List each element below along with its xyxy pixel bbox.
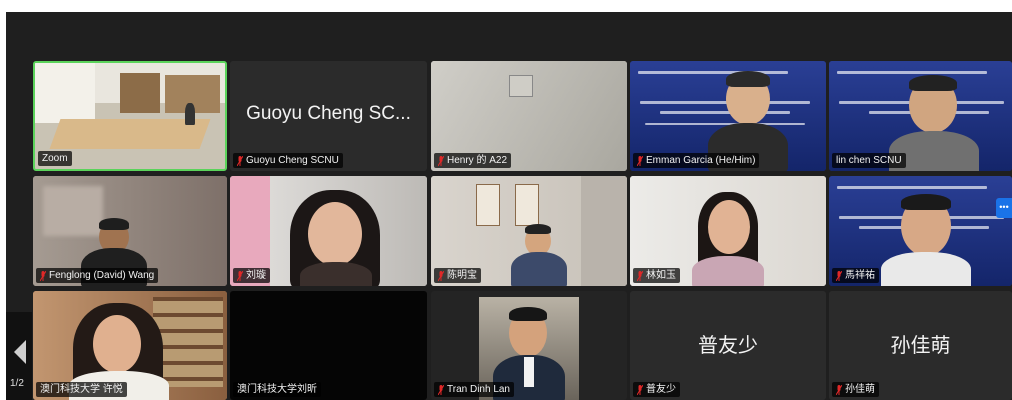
participant-display-name: Guoyu Cheng SC... xyxy=(246,103,411,125)
participant-tile-lin-ruyu[interactable]: 林如玉 xyxy=(630,176,826,286)
chevron-left-icon[interactable] xyxy=(14,340,26,364)
zoom-window: Zoom Guoyu Cheng SC... Guoyu Cheng SCNU … xyxy=(0,0,1012,400)
participant-tile-henry[interactable]: Henry 的 A22 xyxy=(431,61,627,171)
participant-name-label: Guoyu Cheng SCNU xyxy=(233,153,343,168)
participant-display-name: 孙佳萌 xyxy=(890,334,951,357)
participant-tile-ma-xiangyou[interactable]: 馬祥祐 xyxy=(829,176,1012,286)
muted-mic-icon xyxy=(438,270,444,281)
muted-mic-icon xyxy=(438,384,444,395)
participant-tile-pu-youshao[interactable]: 普友少 普友少 xyxy=(630,291,826,400)
participant-name-label: 刘璇 xyxy=(233,268,270,283)
participant-name-label: Zoom xyxy=(38,151,72,166)
participant-name-label: 馬祥祐 xyxy=(832,268,879,283)
muted-mic-icon xyxy=(637,155,643,166)
participant-tile-liu-xin[interactable]: 澳门科技大学刘昕 xyxy=(230,291,427,400)
participant-tile-chen-mingbao[interactable]: 陈明宝 xyxy=(431,176,627,286)
participant-tile-fenglong-wang[interactable]: Fenglong (David) Wang xyxy=(33,176,227,286)
muted-mic-icon xyxy=(40,270,46,281)
participant-tile-liu-xuan[interactable]: 刘璇 xyxy=(230,176,427,286)
participant-name-label: Tran Dinh Lan xyxy=(434,382,514,397)
muted-mic-icon xyxy=(836,270,842,281)
muted-mic-icon xyxy=(237,270,243,281)
participant-tile-tran-dinh-lan[interactable]: Tran Dinh Lan xyxy=(431,291,627,400)
more-options-icon[interactable]: ••• xyxy=(996,198,1012,218)
participant-tile-emman-garcia[interactable]: Emman Garcia (He/Him) xyxy=(630,61,826,171)
participant-name-label: lin chen SCNU xyxy=(832,153,906,168)
muted-mic-icon xyxy=(836,384,842,395)
participant-name-label: 澳门科技大学刘昕 xyxy=(233,382,321,397)
participant-name-label: Fenglong (David) Wang xyxy=(36,268,159,283)
participant-name-label: 陈明宝 xyxy=(434,268,481,283)
participant-name-label: 澳门科技大学 许悦 xyxy=(36,382,127,397)
page-indicator: 1/2 xyxy=(10,378,24,389)
muted-mic-icon xyxy=(637,384,643,395)
muted-mic-icon xyxy=(237,155,243,166)
participant-name-label: 林如玉 xyxy=(633,268,680,283)
muted-mic-icon xyxy=(438,155,444,166)
participant-tile-lin-chen[interactable]: lin chen SCNU xyxy=(829,61,1012,171)
participant-tile-zoom[interactable]: Zoom xyxy=(33,61,227,171)
participant-tile-sun-jiameng[interactable]: 孙佳萌 孙佳萌 xyxy=(829,291,1012,400)
participant-display-name: 普友少 xyxy=(698,334,758,357)
participant-name-label: Henry 的 A22 xyxy=(434,153,512,168)
participant-tile-guoyu-cheng[interactable]: Guoyu Cheng SC... Guoyu Cheng SCNU xyxy=(230,61,427,171)
gallery-pager: 1/2 xyxy=(6,312,32,400)
gallery-view: Zoom Guoyu Cheng SC... Guoyu Cheng SCNU … xyxy=(6,12,1012,400)
participant-tile-xu-yue[interactable]: 澳门科技大学 许悦 xyxy=(33,291,227,400)
participant-name-label: 普友少 xyxy=(633,382,680,397)
muted-mic-icon xyxy=(637,270,643,281)
participant-name-label: Emman Garcia (He/Him) xyxy=(633,153,760,168)
participant-name-label: 孙佳萌 xyxy=(832,382,879,397)
